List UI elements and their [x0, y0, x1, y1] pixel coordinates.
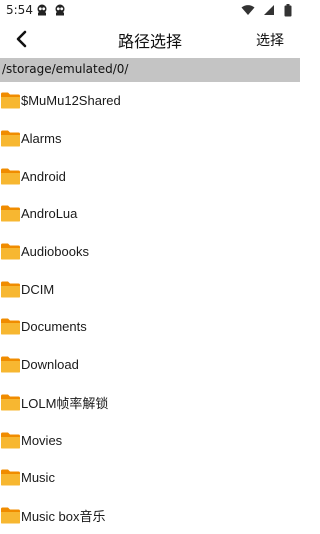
- folder-name: DCIM: [21, 281, 55, 297]
- current-path: /storage/emulated/0/: [2, 62, 129, 76]
- ghost-app-icon: [55, 4, 65, 16]
- folder-icon: [1, 356, 20, 373]
- folder-item[interactable]: Alarms: [0, 120, 300, 158]
- folder-item[interactable]: Music box音乐: [0, 497, 300, 534]
- folder-item[interactable]: AndroLua: [0, 195, 300, 233]
- folder-item[interactable]: LOLM帧率解锁: [0, 384, 300, 422]
- signal-icon: [263, 5, 274, 15]
- folder-name: Music: [21, 470, 55, 486]
- folder-name: Movies: [21, 432, 63, 448]
- status-icons: [241, 4, 292, 18]
- folder-name: $MuMu12Shared: [21, 93, 121, 109]
- chevron-left-icon: [16, 30, 27, 48]
- folder-name: Android: [21, 168, 66, 184]
- folder-item[interactable]: Documents: [0, 308, 300, 346]
- folder-icon: [1, 281, 20, 298]
- folder-name: Download: [21, 357, 79, 373]
- page-title: 路径选择: [117, 32, 182, 51]
- folder-icon: [1, 92, 20, 109]
- folder-icon: [1, 432, 20, 449]
- back-button[interactable]: [8, 25, 36, 53]
- folder-name: Music box音乐: [21, 508, 106, 524]
- folder-item[interactable]: Movies: [0, 421, 300, 459]
- folder-name: AndroLua: [21, 206, 78, 222]
- wifi-icon: [241, 5, 255, 15]
- folder-icon: [1, 205, 20, 222]
- folder-item[interactable]: DCIM: [0, 270, 300, 308]
- folder-icon: [1, 507, 20, 524]
- folder-item[interactable]: Android: [0, 157, 300, 195]
- folder-item[interactable]: Music: [0, 459, 300, 497]
- folder-icon: [1, 243, 20, 260]
- folder-icon: [1, 469, 20, 486]
- folder-item[interactable]: $MuMu12Shared: [0, 82, 300, 120]
- current-path-bar: /storage/emulated/0/: [0, 58, 300, 82]
- status-time: 5:54: [6, 3, 33, 17]
- folder-name: Audiobooks: [21, 244, 89, 260]
- folder-name: Alarms: [21, 131, 62, 147]
- status-bar: 5:54: [0, 0, 300, 22]
- folder-icon: [1, 130, 20, 147]
- folder-icon: [1, 168, 20, 185]
- folder-item[interactable]: Download: [0, 346, 300, 384]
- app-bar: 路径选择 选择: [0, 22, 300, 56]
- folder-item[interactable]: Audiobooks: [0, 233, 300, 271]
- folder-icon: [1, 318, 20, 335]
- folder-list: $MuMu12Shared Alarms Android AndroLua Au…: [0, 82, 300, 534]
- folder-icon: [1, 394, 20, 411]
- battery-icon: [284, 4, 292, 17]
- select-button[interactable]: 选择: [256, 30, 284, 50]
- folder-name: LOLM帧率解锁: [21, 395, 109, 411]
- ghost-app-icon: [37, 4, 47, 16]
- folder-name: Documents: [21, 319, 87, 335]
